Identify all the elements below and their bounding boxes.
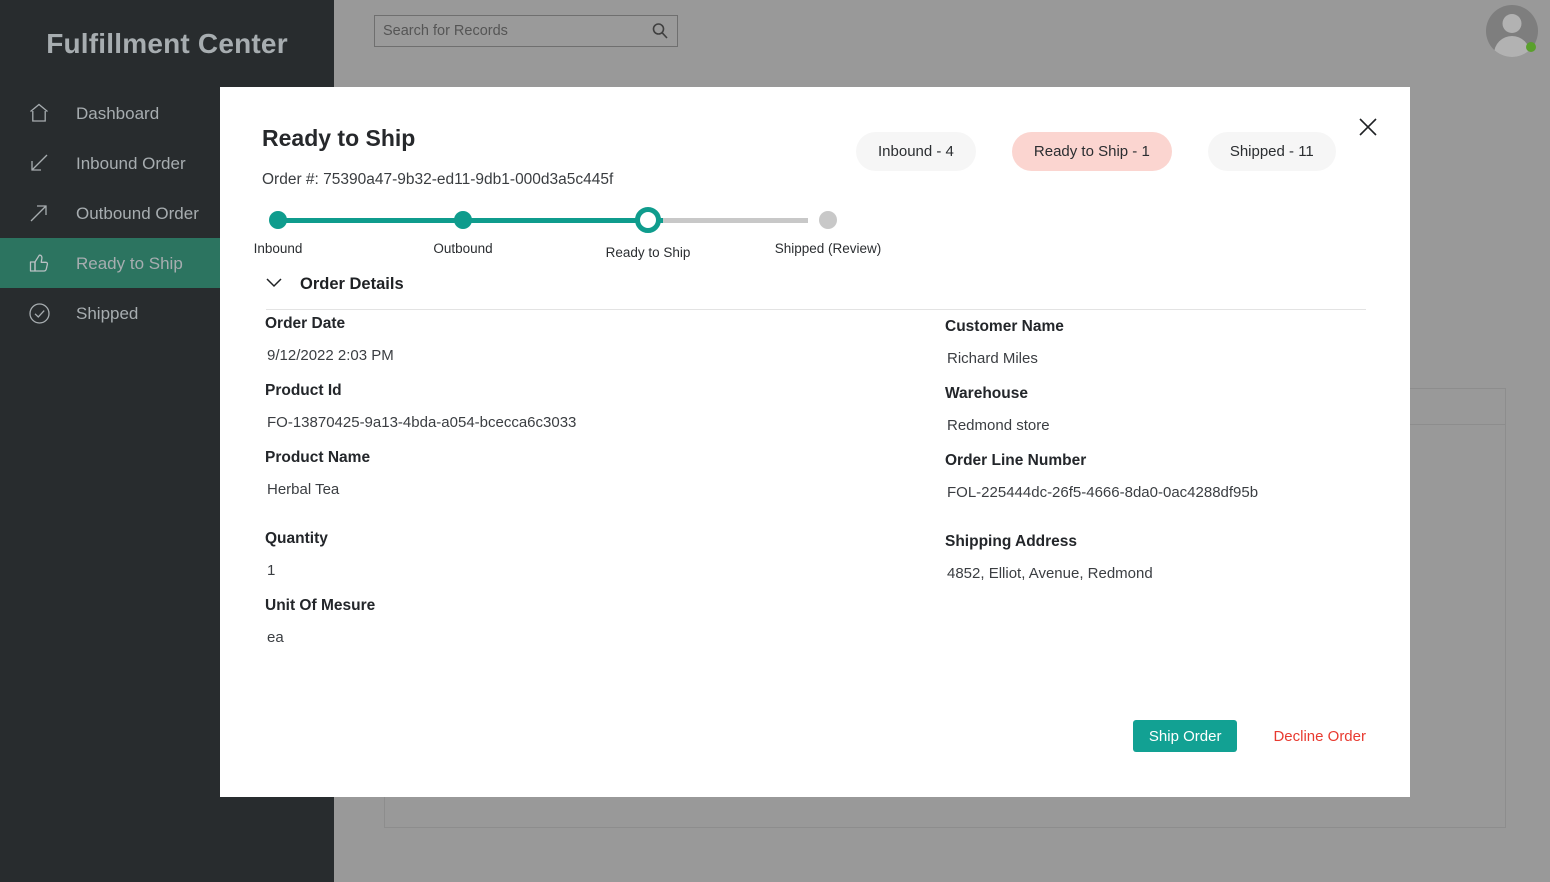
thumbs-up-icon [24,248,54,278]
order-number: Order #: 75390a47-9b32-ed11-9db1-000d3a5… [262,171,613,189]
ship-order-button[interactable]: Ship Order [1133,720,1238,752]
field-label: Quantity [265,530,905,548]
sidebar-item-label: Inbound Order [76,155,186,172]
chevron-down-icon [264,275,284,294]
avatar-body-icon [1494,36,1530,57]
step-dot-done [269,211,287,229]
arrow-down-left-icon [24,148,54,178]
sidebar-item-label: Dashboard [76,105,159,122]
field-warehouse: Warehouse Redmond store [945,385,1375,434]
modal-title: Ready to Ship [262,125,415,152]
pill-ready-to-ship[interactable]: Ready to Ship - 1 [1012,132,1172,171]
field-quantity: Quantity 1 [265,530,905,579]
top-bar [334,0,1550,65]
step-label: Shipped (Review) [775,241,882,256]
field-label: Unit Of Mesure [265,597,905,615]
order-detail-modal: Ready to Ship Order #: 75390a47-9b32-ed1… [220,87,1410,797]
field-label: Order Line Number [945,452,1375,470]
field-value: Herbal Tea [265,481,905,498]
field-value: ea [265,629,905,646]
field-customer-name: Customer Name Richard Miles [945,318,1375,367]
step-label: Ready to Ship [606,245,691,260]
order-details-left-column: Order Date 9/12/2022 2:03 PM Product Id … [265,315,905,664]
field-shipping-address: Shipping Address 4852, Elliot, Avenue, R… [945,533,1375,582]
pill-shipped[interactable]: Shipped - 11 [1208,132,1336,171]
field-product-name: Product Name Herbal Tea [265,449,905,498]
field-label: Shipping Address [945,533,1375,551]
field-label: Order Date [265,315,905,333]
step-dot-current [635,207,661,233]
search-icon[interactable] [643,16,677,46]
order-details-right-column: Customer Name Richard Miles Warehouse Re… [945,318,1375,600]
field-order-date: Order Date 9/12/2022 2:03 PM [265,315,905,364]
field-value: 4852, Elliot, Avenue, Redmond [945,565,1375,582]
step-label: Inbound [254,241,303,256]
sidebar-item-label: Ready to Ship [76,255,183,272]
field-label: Product Name [265,449,905,467]
step-ready-to-ship[interactable]: Ready to Ship [588,205,708,260]
field-value: Richard Miles [945,350,1375,367]
field-label: Warehouse [945,385,1375,403]
status-badge [1526,42,1536,52]
avatar[interactable] [1486,5,1538,57]
home-icon [24,98,54,128]
step-dot-pending [819,211,837,229]
field-label: Product Id [265,382,905,400]
step-outbound[interactable]: Outbound [403,205,523,256]
field-value: Redmond store [945,417,1375,434]
field-value: 1 [265,562,905,579]
app-root: Fulfillment Center Dashboard Inbound Ord… [0,0,1550,882]
field-value: 9/12/2022 2:03 PM [265,347,905,364]
search-input[interactable] [375,16,643,46]
field-label: Customer Name [945,318,1375,336]
app-brand-title: Fulfillment Center [0,0,334,88]
step-shipped-review[interactable]: Shipped (Review) [748,205,908,256]
field-product-id: Product Id FO-13870425-9a13-4bda-a054-bc… [265,382,905,431]
status-filter-pills: Inbound - 4 Ready to Ship - 1 Shipped - … [856,132,1336,171]
check-circle-icon [24,298,54,328]
step-inbound[interactable]: Inbound [218,205,338,256]
close-icon[interactable] [1350,109,1386,145]
order-progress-stepper: Inbound Outbound Ready to Ship Shipped (… [262,205,822,265]
step-label: Outbound [433,241,492,256]
order-details-expander[interactable]: Order Details [264,275,404,294]
field-order-line-number: Order Line Number FOL-225444dc-26f5-4666… [945,452,1375,501]
modal-actions: Ship Order Decline Order [1133,720,1366,752]
order-details-label: Order Details [300,275,404,294]
field-value: FOL-225444dc-26f5-4666-8da0-0ac4288df95b [945,484,1375,501]
pill-inbound[interactable]: Inbound - 4 [856,132,976,171]
step-dot-done [454,211,472,229]
sidebar-item-label: Outbound Order [76,205,199,222]
arrow-up-right-icon [24,198,54,228]
section-divider [266,309,1366,310]
search-box[interactable] [374,15,678,47]
avatar-head-icon [1503,14,1522,33]
field-value: FO-13870425-9a13-4bda-a054-bcecca6c3033 [265,414,905,431]
sidebar-item-label: Shipped [76,305,138,322]
decline-order-button[interactable]: Decline Order [1273,728,1366,745]
field-unit-of-measure: Unit Of Mesure ea [265,597,905,646]
